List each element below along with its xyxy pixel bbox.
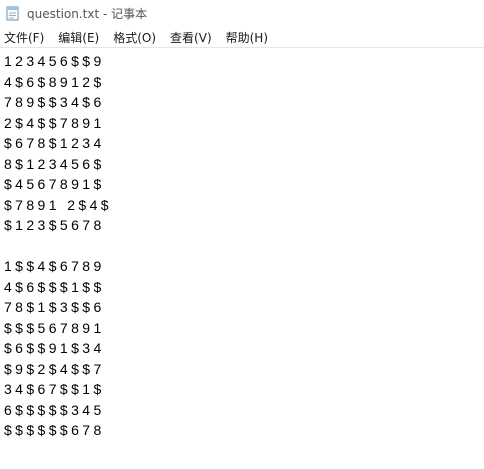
title-bar: question.txt - 记事本 xyxy=(0,0,484,27)
text-line: 78$1$3$$6 xyxy=(4,299,105,315)
text-line: 123456$$9 xyxy=(4,53,105,69)
menu-edit[interactable]: 编辑(E) xyxy=(58,29,105,46)
text-line: $9$2$4$$7 xyxy=(4,360,105,377)
text-line: $$$$$$678 xyxy=(4,422,105,438)
text-line: $4567891$ xyxy=(4,176,105,192)
text-line xyxy=(4,236,484,257)
notepad-window: question.txt - 记事本 文件(F) 编辑(E) 格式(O) 查看(… xyxy=(0,0,484,469)
menu-bar: 文件(F) 编辑(E) 格式(O) 查看(V) 帮助(H) xyxy=(0,27,484,47)
text-line: $7891 2$4$ xyxy=(4,196,112,213)
text-line: 1$$4$6789 xyxy=(4,258,105,274)
notepad-icon xyxy=(6,6,19,21)
text-line: 4$6$$$1$$ xyxy=(4,278,105,295)
text-line: $$$567891 xyxy=(4,319,105,336)
window-title: question.txt - 记事本 xyxy=(27,7,148,21)
menu-view[interactable]: 查看(V) xyxy=(170,29,218,46)
text-line: 789$$34$6 xyxy=(4,94,105,110)
text-editor[interactable]: 123456$$9 4$6$8912$ 789$$34$6 2$4$$7891 … xyxy=(0,47,484,469)
menu-format[interactable]: 格式(O) xyxy=(113,29,162,46)
text-line: 2$4$$7891 xyxy=(4,114,105,131)
text-line: $678$1234 xyxy=(4,135,105,151)
text-line: 34$67$$1$ xyxy=(4,381,105,397)
text-line: $6$$91$34 xyxy=(4,340,105,356)
text-line: 4$6$8912$ xyxy=(4,73,105,90)
menu-file[interactable]: 文件(F) xyxy=(4,29,50,46)
text-line: 8$123456$ xyxy=(4,155,105,172)
text-line: $123$5678 xyxy=(4,217,105,233)
menu-help[interactable]: 帮助(H) xyxy=(226,29,274,46)
text-line: 6$$$$$345 xyxy=(4,401,105,418)
